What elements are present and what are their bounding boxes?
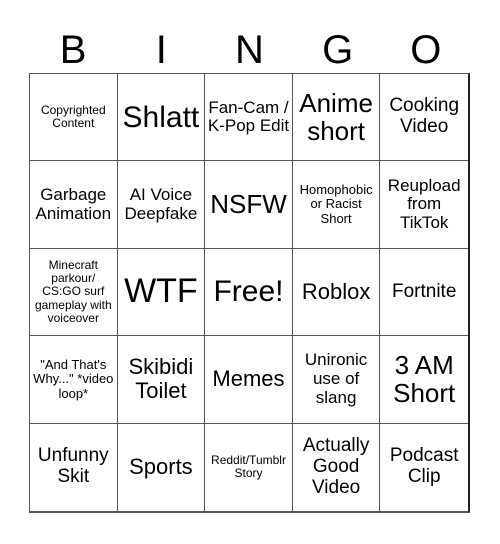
bingo-cell[interactable]: Actually Good Video xyxy=(293,423,381,511)
bingo-cell[interactable]: Minecraft parkour/ CS:GO surf gameplay w… xyxy=(30,248,118,337)
header-letter-g: G xyxy=(322,28,354,72)
free-space-cell[interactable]: Free! xyxy=(205,248,293,337)
header-letter-o: O xyxy=(410,28,442,72)
bingo-header: B I N G O xyxy=(29,28,470,73)
bingo-cell[interactable]: "And That's Why..." *video loop* xyxy=(30,336,118,424)
bingo-cell[interactable]: Sports xyxy=(118,423,206,511)
bingo-cell[interactable]: Fortnite xyxy=(380,249,468,337)
bingo-cell[interactable]: NSFW xyxy=(205,161,293,249)
bingo-cell[interactable]: Homophobic or Racist Short xyxy=(292,161,381,249)
header-letter-n: N xyxy=(235,28,264,72)
bingo-cell[interactable]: Unfunny Skit xyxy=(30,423,118,511)
bingo-cell[interactable]: Skibidi Toilet xyxy=(117,336,206,424)
bingo-cell[interactable]: Cooking Video xyxy=(380,74,468,162)
bingo-cell[interactable]: Podcast Clip xyxy=(380,424,468,511)
bingo-cell[interactable]: Copyrighted Content xyxy=(30,74,118,162)
bingo-cell[interactable]: Shlatt xyxy=(117,74,206,162)
bingo-card-grid: Copyrighted Content Shlatt Fan-Cam / K-P… xyxy=(29,73,470,513)
bingo-cell[interactable]: Anime short xyxy=(292,74,381,162)
bingo-cell[interactable]: Fan-Cam / K-Pop Edit xyxy=(205,74,293,162)
bingo-cell[interactable]: AI Voice Deepfake xyxy=(117,161,206,249)
bingo-cell[interactable]: Unironic use of slang xyxy=(292,336,381,424)
bingo-cell[interactable]: WTF xyxy=(117,248,206,337)
bingo-cell[interactable]: Roblox xyxy=(292,248,381,337)
bingo-cell[interactable]: Reddit/Tumblr Story xyxy=(205,423,293,511)
bingo-cell[interactable]: Reupload from TikTok xyxy=(380,161,468,249)
bingo-cell[interactable]: Garbage Animation xyxy=(30,161,118,249)
header-letter-i: I xyxy=(155,28,167,72)
bingo-cell[interactable]: 3 AM Short xyxy=(380,336,468,424)
header-letter-b: B xyxy=(59,28,87,72)
bingo-cell[interactable]: Memes xyxy=(205,336,293,424)
